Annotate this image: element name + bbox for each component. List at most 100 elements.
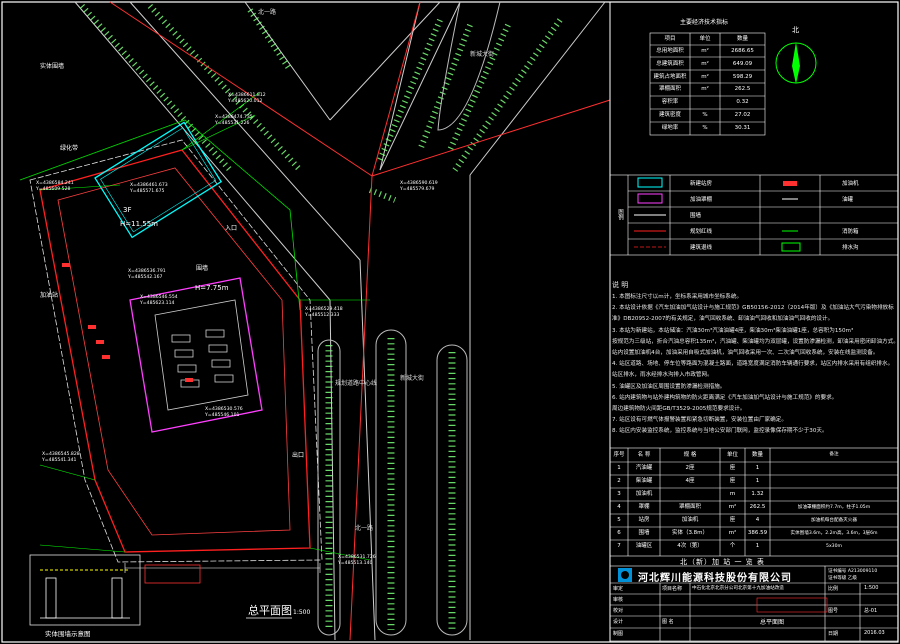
equipment-cell: 加油机每台配备灭火器 [811,518,857,523]
equipment-table: 序号名 称规 格单位 数量 备注 1 汽油罐 2座座 1 2 柴油罐 4座座 1 3 加油机 m 1.32 4… [610,448,898,553]
equipment-cell [770,462,898,475]
legend-item: 加油罩棚 [690,197,713,203]
role-label: 审核 [613,597,624,603]
equipment-cell [660,488,720,501]
equipment-cell: 油罐区 [635,543,653,549]
equipment-cell: 5 [617,517,621,523]
equipment-cell: 罩棚 [638,504,650,510]
indicator-cell: 绿地率 [661,124,679,131]
equipment-cell: 加油罩棚面积约7.7m，柱子1.05m [797,505,871,510]
indicator-cell: 27.02 [734,111,751,118]
indicator-row: 建筑占地面积 m² 598.29 [650,71,765,84]
col-header: 数量 [751,452,763,458]
cert-grade: 证书等级 乙级 [828,576,858,581]
equipment-cell: 3 [617,491,621,497]
drawing-name: 总平面图 [760,619,785,626]
legend: 图例 新建站房 加油罩棚 围墙 规划红线 建筑退线 加油机 油罐 消防箱 排水沟 [610,175,898,255]
coord-x: X=4386529.418 [305,306,343,312]
coord-y: Y=485513.140 [337,560,372,566]
drawing-label: 图 名 [662,619,674,625]
equipment-cell: 4 [755,517,760,523]
indicator-cell: 建筑占地面积 [653,73,687,80]
indicator-row: 绿地率% 30.31 [650,122,765,135]
coord-x: X=4386530.576 [205,406,243,412]
equipment-cell: 1 [755,478,760,484]
indicator-cell: 总建筑面积 [656,60,684,67]
equipment-row: 2 柴油罐 4座 座 1 [610,475,898,488]
indicator-row: 总用地面积 m² 2686.65 [650,45,765,58]
equipment-cell: 座 [729,465,736,471]
col-header: 项目 [664,36,676,42]
legend-item: 油罐 [842,197,854,203]
note-line: 1. 本图标注尺寸以m计，坐标系采用城市坐标系统。 [612,294,743,300]
road-label: 新城大街 [400,374,424,382]
indicator-row: 总建筑面积 m² 649.09 [650,58,765,71]
equipment-cell: 386.59 [747,530,768,536]
legend-item: 规划红线 [690,229,713,235]
legend-item: 消防箱 [842,229,859,235]
sheet-label: 图号 [828,608,839,614]
indicator-cell: 598.29 [732,73,753,80]
coord-y: Y=485620.012 [227,98,262,104]
indicator-cell: % [702,124,708,131]
indicator-cell: 罩棚面积 [658,86,681,93]
equipment-cell: 罩棚面积 [678,504,701,510]
equipment-cell: m [729,491,736,497]
note-line: 周边建筑物防火间距GB/T3529-2005规范要求设计。 [612,406,746,413]
legend-item: 新建站房 [690,181,713,187]
role-label: 设计 [613,619,624,625]
section-caption: 实体围墙示意图 [45,629,91,638]
project-name: 中石化北京北京分公司北京第十九加油站改造 [692,586,784,591]
coord-y: Y=485623.114 [139,300,174,306]
plan-scale: 1:500 [293,609,310,616]
equipment-cell: 4座 [685,478,695,484]
equipment-cell: 1 [617,465,621,471]
notes: 1. 本图标注尺寸以m计，坐标系采用城市坐标系统。 2. 本站设计依据《汽车加油加… [612,292,896,438]
company-name: 河北辉川能源科技股份有限公司 [638,573,792,584]
equipment-cell: m² [728,530,737,536]
indicator-cell: m² [701,60,709,67]
coord-x: X=4386461.673 [130,182,168,188]
coord-y: Y=485571.675 [129,188,164,194]
equipment-header-row: 序号 名 称 规 格 单位 数量 备注 [610,448,898,462]
note-line: 按规范为三级站，折合汽油总容积135m³，汽油罐、柴油罐均为双层罐，设置防渗漏检… [612,338,896,345]
equipment-row: 1 汽油罐 2座 座 1 [610,462,898,475]
equipment-cell: 座 [729,478,736,484]
indicator-cell: % [702,111,708,118]
equipment-cell: 1 [755,543,760,549]
role-label: 校对 [613,608,624,614]
col-header: 数量 [736,36,748,42]
indicator-table: 项目 单位 数量 总用地面积 m² 2686.65 总建筑面积 m² 649.09 建筑占地… [650,33,765,134]
road-label: 北一路 [258,8,276,16]
legend-item: 排水沟 [842,245,859,251]
legend-item: 围墙 [690,213,702,219]
equipment-cell: 6 [617,530,621,536]
indicator-cell: m² [701,48,709,54]
coord-y: Y=485542.167 [127,274,162,280]
indicator-cell: 262.5 [734,86,751,93]
fence-label: 围墙 [196,264,208,272]
date-label: 日期 [828,631,839,637]
col-header: 备注 [829,452,839,457]
coord-x: X=4386590.619 [400,180,438,186]
indicator-cell: m² [701,86,709,93]
note-line: 6. 站内建筑物与站外建构筑物的防火距离满足《汽车加油加气站设计与施工规范》的要… [612,394,838,401]
note-line: 5. 油罐区及加油区周围设置防渗漏检测措施。 [612,383,726,390]
road-label: 北一路 [355,524,373,532]
indicator-cell: 总用地面积 [656,48,684,54]
legend-item: 建筑退线 [690,245,713,251]
equipment-cell: 站房 [638,517,650,523]
col-header: 单位 [726,452,738,458]
coord-x: X=4386584.241 [36,180,74,186]
scale-label: 比例 [828,586,839,592]
greenbelt-label: 绿化带 [60,144,78,152]
building-height-label: H=11.55m [120,220,158,228]
equipment-cell: 汽油罐 [635,465,653,471]
equipment-cell: 柴油罐 [635,478,653,484]
note-line: 站内设置加油机4台，加油采用自吸式加油机，油气回收采用一次、二次油气回收系统，安… [612,350,879,357]
equipment-row: 6 围墙 实体（3.8m） m² 386.59 实体围墙3.6m，2.2m高，3.6m，3… [610,527,898,540]
cert-no: 证书编号 A213009110 [828,569,878,574]
equipment-cell: 262.5 [749,504,766,510]
project-label: 项目名称 [662,586,683,592]
indicator-cell: m² [701,73,709,80]
